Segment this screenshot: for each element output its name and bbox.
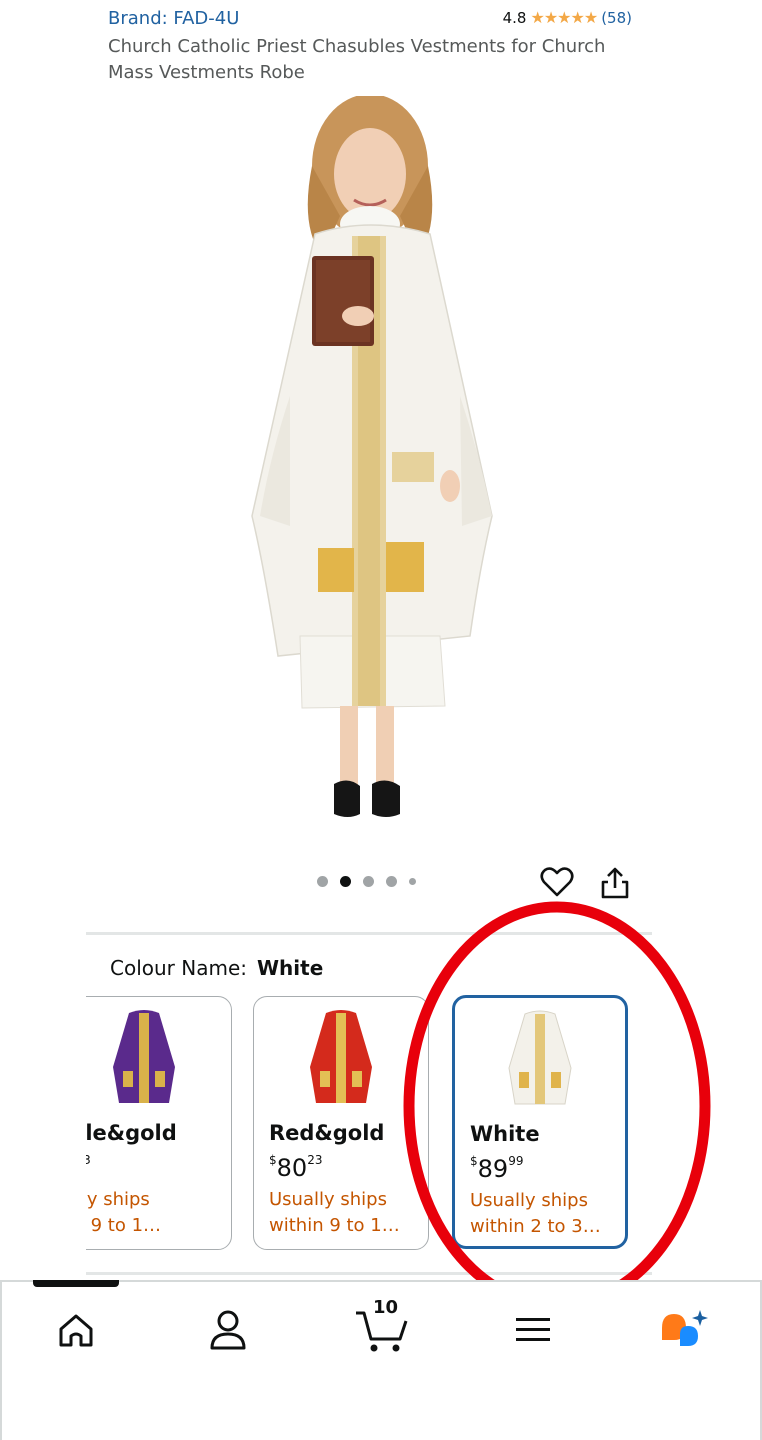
carousel-dot[interactable]: [317, 876, 328, 887]
swatch-name: White: [470, 1122, 540, 1146]
rating-count[interactable]: (58): [601, 9, 632, 27]
nav-home[interactable]: [46, 1300, 106, 1360]
swatch-name: urple&gold: [86, 1121, 177, 1145]
colour-swatch-carousel[interactable]: urple&gold 3023 sually ships ithin 9 to …: [86, 990, 652, 1260]
swatch-name: Red&gold: [269, 1121, 385, 1145]
nav-menu[interactable]: [503, 1300, 563, 1360]
nav-rufus[interactable]: [654, 1300, 714, 1360]
nav-account[interactable]: [198, 1300, 258, 1360]
carousel-dot[interactable]: [386, 876, 397, 887]
product-image[interactable]: [230, 96, 520, 826]
swatch-price: $8999: [470, 1154, 524, 1183]
swatch-shipping: Usually ships within 2 to 3…: [470, 1190, 601, 1237]
swatch-price: $8023: [269, 1153, 323, 1182]
cart-count-badge: 10: [373, 1297, 399, 1318]
brand-link[interactable]: Brand: FAD-4U: [108, 8, 239, 29]
carousel-dot[interactable]: [409, 878, 416, 885]
product-page: Brand: FAD-4U 4.8 ★★★★★ (58) Church Cath…: [0, 0, 762, 1440]
share-icon[interactable]: [600, 866, 630, 900]
section-divider: [86, 1272, 652, 1275]
menu-icon: [516, 1318, 550, 1341]
swatch-shipping: sually ships ithin 9 to 1…: [86, 1189, 162, 1236]
section-divider: [86, 932, 652, 935]
carousel-dot[interactable]: [363, 876, 374, 887]
rating-value: 4.8: [502, 8, 527, 27]
account-icon: [210, 1310, 246, 1350]
swatch-price: 3023: [86, 1153, 91, 1182]
swatch-thumbnail: [310, 1010, 372, 1103]
rufus-icon: [662, 1310, 708, 1346]
star-rating-icon: ★★★★★: [530, 8, 598, 27]
swatch-thumbnail: [113, 1010, 175, 1103]
swatch-thumbnail: [508, 1010, 572, 1105]
wishlist-heart-icon[interactable]: [540, 866, 574, 898]
swatch-card-red-gold[interactable]: Red&gold $8023 Usually ships within 9 to…: [253, 996, 429, 1250]
swatch-card-purple-gold[interactable]: urple&gold 3023 sually ships ithin 9 to …: [86, 996, 232, 1250]
carousel-dot-active[interactable]: [340, 876, 351, 887]
colour-name-row: Colour Name: White: [110, 956, 323, 980]
image-carousel-dots[interactable]: [317, 876, 416, 887]
product-title: Church Catholic Priest Chasubles Vestmen…: [108, 36, 606, 83]
home-icon: [59, 1314, 93, 1347]
colour-label: Colour Name:: [110, 956, 247, 980]
swatch-card-white[interactable]: White $8999 Usually ships within 2 to 3…: [452, 995, 628, 1249]
selected-colour: White: [257, 956, 324, 980]
active-tab-indicator: [33, 1280, 119, 1287]
rating-summary[interactable]: 4.8 ★★★★★ (58): [503, 8, 632, 27]
swatch-shipping: Usually ships within 9 to 1…: [269, 1189, 400, 1236]
